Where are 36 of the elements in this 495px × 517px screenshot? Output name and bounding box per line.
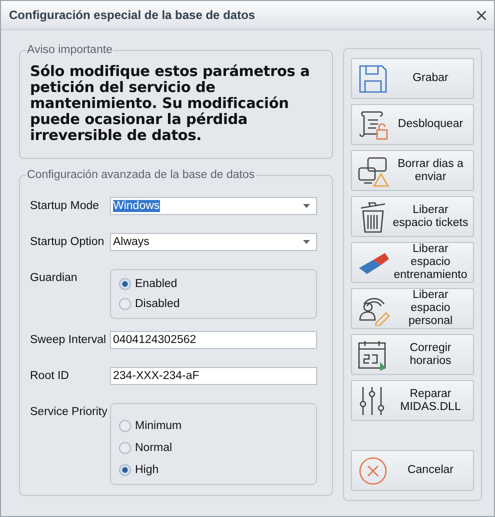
radio-button[interactable]: [119, 442, 131, 454]
close-icon[interactable]: [477, 10, 486, 20]
text-field[interactable]: 234-XXX-234-aF: [110, 367, 317, 385]
radio-button[interactable]: [119, 278, 131, 290]
action-button[interactable]: Grabar: [351, 58, 474, 99]
radio-button[interactable]: [119, 464, 131, 476]
action-button[interactable]: Reparar MIDAS.DLL: [351, 380, 474, 421]
radio-label: Minimum: [135, 420, 182, 432]
action-button[interactable]: Liberar espacio entrenamiento: [351, 242, 474, 283]
group-legend: Configuración avanzada de la base de datos: [26, 169, 256, 181]
warning-text: Sólo modifique estos parámetros a petición del servicio de mantenimiento. Su modificación puede ocasionar la pérdida irreversible de datos.: [30, 64, 311, 144]
radio-label: High: [135, 464, 159, 476]
dropdown-arrow-icon: [303, 240, 310, 244]
field-label: Root ID: [30, 369, 70, 384]
action-button[interactable]: Liberar espacio tickets: [351, 196, 474, 237]
field-label: Sweep Interval: [30, 333, 108, 348]
dropdown-field[interactable]: Always: [110, 233, 317, 251]
field-label: Startup Option: [30, 235, 106, 250]
radio-label: Enabled: [135, 278, 178, 290]
action-button[interactable]: Borrar dias a enviar: [351, 150, 474, 191]
action-button[interactable]: Corregir horarios: [351, 334, 474, 375]
dropdown-arrow-icon: [303, 204, 310, 208]
action-button[interactable]: Liberar espacio personal: [351, 288, 474, 329]
field-label: Guardian: [30, 271, 78, 286]
dropdown-field[interactable]: Windows: [110, 197, 317, 215]
radio-button[interactable]: [119, 420, 131, 432]
action-button[interactable]: Desbloquear: [351, 104, 474, 145]
radio-label: Normal: [135, 442, 172, 454]
field-label: Startup Mode: [30, 199, 100, 214]
group-legend: Aviso importante: [26, 44, 114, 56]
field-label: Service Priority: [30, 405, 108, 420]
radio-button[interactable]: [119, 298, 131, 310]
radio-label: Disabled: [135, 298, 180, 310]
window-title: Configuración especial de la base de datos: [9, 8, 256, 22]
cancel-button[interactable]: Cancelar: [351, 450, 474, 491]
text-field[interactable]: 0404124302562: [110, 331, 317, 349]
